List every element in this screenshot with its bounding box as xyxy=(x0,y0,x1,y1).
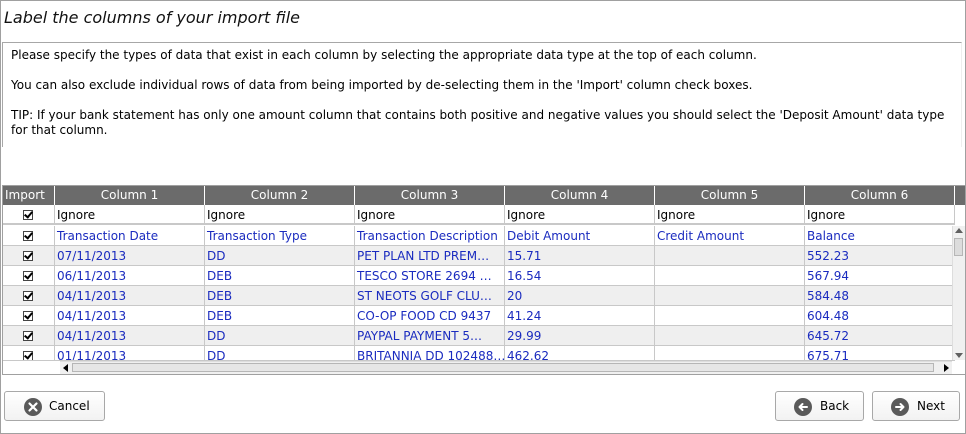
import-column-header: Import xyxy=(3,186,55,205)
table-cell xyxy=(655,286,805,306)
table-cell: PET PLAN LTD PREM… xyxy=(355,246,505,266)
table-cell: 645.72 xyxy=(805,326,955,346)
row-import-checkbox[interactable] xyxy=(23,311,33,321)
column-header-5: Column 5 xyxy=(655,186,805,205)
table-cell xyxy=(655,326,805,346)
instruction-2: You can also exclude individual rows of … xyxy=(11,78,753,92)
table-cell: 15.71 xyxy=(505,246,655,266)
back-label: Back xyxy=(820,399,850,413)
table-cell: 584.48 xyxy=(805,286,955,306)
table-cell: CO-OP FOOD CD 9437 xyxy=(355,306,505,326)
table-cell: Balance xyxy=(805,226,955,246)
type-select-1[interactable]: Ignore xyxy=(55,205,205,225)
scroll-thumb[interactable] xyxy=(72,363,934,372)
table-cell: 552.23 xyxy=(805,246,955,266)
scroll-down-icon[interactable] xyxy=(955,353,963,358)
table-cell: PAYPAL PAYMENT 5… xyxy=(355,326,505,346)
column-header-1: Column 1 xyxy=(55,186,205,205)
column-header-4: Column 4 xyxy=(505,186,655,205)
table-cell: 04/11/2013 xyxy=(55,326,205,346)
type-select-3[interactable]: Ignore xyxy=(355,205,505,225)
scroll-up-icon[interactable] xyxy=(955,228,963,233)
table-cell: DD xyxy=(205,346,355,361)
row-import-checkbox[interactable] xyxy=(23,231,33,241)
table-cell: 06/11/2013 xyxy=(55,266,205,286)
type-select-6[interactable]: Ignore xyxy=(805,205,955,225)
table-cell: 604.48 xyxy=(805,306,955,326)
close-circle-icon xyxy=(24,398,42,416)
table-cell: 04/11/2013 xyxy=(55,306,205,326)
cancel-button[interactable]: Cancel xyxy=(4,391,105,421)
column-header-2: Column 2 xyxy=(205,186,355,205)
table-cell: DD xyxy=(205,246,355,266)
column-header-6: Column 6 xyxy=(805,186,955,205)
import-grid: Import Column 1 Column 2 Column 3 Column… xyxy=(2,185,966,375)
instruction-tip: TIP: If your bank statement has only one… xyxy=(11,108,945,137)
table-cell: 41.24 xyxy=(505,306,655,326)
next-button[interactable]: Next xyxy=(872,391,960,421)
table-cell xyxy=(655,266,805,286)
instructions-panel: Please specify the types of data that ex… xyxy=(2,42,962,147)
header-corner xyxy=(955,186,965,205)
table-cell: 07/11/2013 xyxy=(55,246,205,266)
cancel-label: Cancel xyxy=(49,399,90,413)
table-cell: Debit Amount xyxy=(505,226,655,246)
table-cell: DEB xyxy=(205,306,355,326)
table-cell: Transaction Type xyxy=(205,226,355,246)
table-cell: 16.54 xyxy=(505,266,655,286)
type-select-2[interactable]: Ignore xyxy=(205,205,355,225)
column-header-3: Column 3 xyxy=(355,186,505,205)
table-cell: 29.99 xyxy=(505,326,655,346)
table-cell: 567.94 xyxy=(805,266,955,286)
page-title: Label the columns of your import file xyxy=(4,8,301,27)
table-cell: Transaction Description xyxy=(355,226,505,246)
scroll-left-icon[interactable] xyxy=(63,364,68,372)
type-select-5[interactable]: Ignore xyxy=(655,205,805,225)
row-import-checkbox[interactable] xyxy=(23,271,33,281)
table-cell: DEB xyxy=(205,286,355,306)
arrow-right-circle-icon xyxy=(891,398,909,416)
table-cell: 01/11/2013 xyxy=(55,346,205,361)
type-select-4[interactable]: Ignore xyxy=(505,205,655,225)
table-cell: 20 xyxy=(505,286,655,306)
table-cell: Credit Amount xyxy=(655,226,805,246)
table-cell: DEB xyxy=(205,266,355,286)
select-all-cell[interactable] xyxy=(3,205,55,225)
horizontal-scrollbar[interactable] xyxy=(60,361,952,374)
vertical-scrollbar[interactable] xyxy=(952,226,965,360)
instruction-1: Please specify the types of data that ex… xyxy=(11,48,757,62)
table-cell xyxy=(655,246,805,266)
table-cell: Transaction Date xyxy=(55,226,205,246)
table-cell: BRITANNIA DD 102488… xyxy=(355,346,505,361)
next-label: Next xyxy=(917,399,945,413)
table-cell: 04/11/2013 xyxy=(55,286,205,306)
table-cell xyxy=(655,346,805,361)
scroll-right-icon[interactable] xyxy=(944,364,949,372)
back-button[interactable]: Back xyxy=(775,391,864,421)
table-cell xyxy=(655,306,805,326)
table-cell: DD xyxy=(205,326,355,346)
row-import-checkbox[interactable] xyxy=(23,331,33,341)
table-cell: 675.71 xyxy=(805,346,955,361)
row-import-checkbox[interactable] xyxy=(23,291,33,301)
table-cell: ST NEOTS GOLF CLU… xyxy=(355,286,505,306)
arrow-left-circle-icon xyxy=(794,398,812,416)
select-all-checkbox[interactable] xyxy=(23,210,33,220)
table-cell: 462.62 xyxy=(505,346,655,361)
scroll-thumb[interactable] xyxy=(954,238,963,256)
row-import-checkbox[interactable] xyxy=(23,351,33,360)
table-cell: TESCO STORE 2694 … xyxy=(355,266,505,286)
row-import-checkbox[interactable] xyxy=(23,251,33,261)
